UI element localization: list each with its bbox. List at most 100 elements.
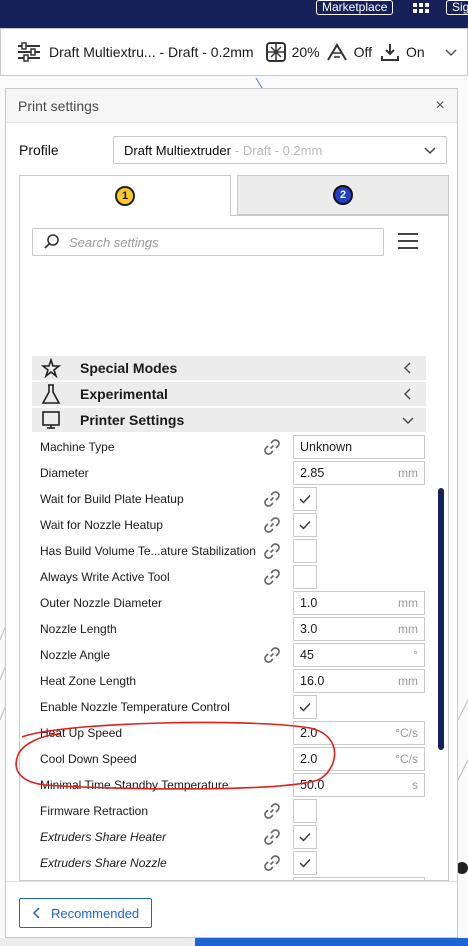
setting-row: Machine Type Unknown	[32, 434, 425, 460]
setting-row: Diameter 2.85 mm	[32, 460, 425, 486]
setting-label: Heat Up Speed	[40, 726, 123, 740]
link-icon[interactable]	[263, 516, 281, 534]
setting-label: Extruders Share Nozzle	[40, 856, 167, 870]
setting-checkbox[interactable]	[293, 799, 317, 823]
setting-row: Wait for Build Plate Heatup	[32, 486, 412, 512]
tab-extruder-2[interactable]: 2	[237, 175, 449, 215]
dialog-footer: Recommended	[6, 881, 457, 939]
print-setup-header[interactable]: Draft Multiextru... - Draft - 0.2mm 20% …	[0, 28, 468, 76]
dialog-title-bar: Print settings	[6, 89, 457, 123]
category-experimental[interactable]: Experimental	[32, 382, 426, 406]
support-icon	[326, 42, 348, 62]
setting-row: Minimal Time Standby Temperature 50.0 s	[32, 772, 425, 798]
setting-label: Firmware Retraction	[40, 804, 149, 818]
search-input[interactable]	[69, 234, 349, 250]
extruder-1-badge: 1	[115, 186, 135, 206]
setting-checkbox[interactable]	[293, 851, 317, 875]
setting-checkbox[interactable]	[293, 513, 317, 537]
setting-row: Extruders Share Nozzle	[32, 850, 412, 876]
category-label: Printer Settings	[80, 412, 185, 428]
marketplace-label: Marketplace	[322, 0, 388, 14]
setting-row: Outer Nozzle Diameter 1.0 mm	[32, 590, 425, 616]
setting-label: Enable Nozzle Temperature Control	[40, 700, 230, 714]
profile-name: Draft Multiextruder	[124, 142, 231, 158]
chevron-down-icon	[424, 147, 436, 155]
settings-menu-icon[interactable]	[398, 233, 418, 249]
category-label: Special Modes	[80, 360, 178, 376]
recommended-button[interactable]: Recommended	[19, 898, 152, 928]
link-icon[interactable]	[263, 568, 281, 586]
setting-checkbox[interactable]	[293, 695, 317, 719]
setting-checkbox[interactable]	[293, 565, 317, 589]
link-icon[interactable]	[263, 802, 281, 820]
setting-value-field[interactable]: Unknown	[293, 435, 425, 459]
setting-value-field[interactable]: 1.0 mm	[293, 591, 425, 615]
setting-value-field[interactable]: 3.0 mm	[293, 617, 425, 641]
setting-label: Cool Down Speed	[40, 752, 137, 766]
setting-label: Wait for Build Plate Heatup	[40, 492, 184, 506]
recommended-label: Recommended	[51, 905, 140, 921]
setting-row: Enable Nozzle Temperature Control	[32, 694, 412, 720]
setting-value-field[interactable]: 50.0 s	[293, 773, 425, 797]
setting-label: Always Write Active Tool	[40, 570, 170, 584]
setting-row: Nozzle Length 3.0 mm	[32, 616, 425, 642]
sign-in-button[interactable]: Sig	[446, 0, 468, 15]
apps-grid-icon[interactable]	[408, 0, 434, 15]
setting-value-field[interactable]: 16.0 mm	[293, 669, 425, 693]
setting-checkbox[interactable]	[293, 539, 317, 563]
top-toolbar: Marketplace Sig	[0, 0, 468, 28]
extruder-2-badge: 2	[333, 185, 353, 205]
special-modes-icon	[40, 357, 62, 379]
adhesion-icon	[380, 42, 400, 62]
setting-label: Diameter	[40, 466, 89, 480]
printer-icon	[40, 409, 62, 431]
setting-checkbox[interactable]	[293, 487, 317, 511]
setting-label: Outer Nozzle Diameter	[40, 596, 163, 610]
close-icon[interactable]: ×	[433, 98, 447, 114]
link-icon[interactable]	[263, 438, 281, 456]
setting-value: Unknown	[300, 440, 353, 454]
setting-unit: °C/s	[395, 726, 418, 740]
scrollbar[interactable]	[438, 488, 444, 750]
category-printer-settings[interactable]: Printer Settings	[32, 408, 426, 432]
setting-unit: s	[412, 778, 418, 792]
setting-value: 16.0	[300, 674, 325, 688]
setting-value-field[interactable]: 2.0 °C/s	[293, 721, 425, 745]
setting-label: Nozzle Length	[40, 622, 117, 636]
marketplace-button[interactable]: Marketplace	[316, 0, 394, 15]
profile-select[interactable]: Draft Multiextruder - Draft - 0.2mm	[113, 136, 447, 164]
check-icon	[299, 520, 311, 530]
setting-checkbox[interactable]	[293, 825, 317, 849]
profile-suffix: - Draft - 0.2mm	[234, 142, 323, 158]
setting-value-field[interactable]: 45 °	[293, 643, 425, 667]
link-icon[interactable]	[263, 542, 281, 560]
support-value: Off	[353, 44, 373, 60]
flask-icon	[40, 383, 62, 405]
setting-label: Has Build Volume Te...ature Stabilizatio…	[40, 544, 256, 558]
setting-unit: °C/s	[395, 752, 418, 766]
link-icon[interactable]	[263, 646, 281, 664]
setting-row: Nozzle Angle 45 °	[32, 642, 425, 668]
check-icon	[299, 494, 311, 504]
search-icon	[44, 234, 59, 249]
chevron-left-icon	[404, 362, 411, 374]
setting-unit: mm	[398, 466, 418, 480]
link-icon[interactable]	[263, 490, 281, 508]
check-icon	[299, 832, 311, 842]
setting-row: Wait for Nozzle Heatup	[32, 512, 412, 538]
search-box[interactable]	[32, 228, 384, 256]
setting-row: Cool Down Speed 2.0 °C/s	[32, 746, 425, 772]
link-icon[interactable]	[263, 854, 281, 872]
category-label: Experimental	[80, 386, 168, 402]
link-icon[interactable]	[263, 828, 281, 846]
setting-value-field[interactable]: 2.0 °C/s	[293, 747, 425, 771]
chevron-left-icon	[404, 388, 411, 400]
chevron-left-icon	[32, 907, 40, 919]
tab-extruder-1[interactable]: 1	[19, 175, 231, 216]
settings-panel: Special Modes Experimental Printer Setting…	[19, 215, 449, 881]
setting-unit: mm	[398, 674, 418, 688]
setting-unit: mm	[398, 596, 418, 610]
setting-value-field[interactable]: 2.85 mm	[293, 461, 425, 485]
setting-label: Machine Type	[40, 440, 115, 454]
category-special-modes[interactable]: Special Modes	[32, 356, 426, 380]
